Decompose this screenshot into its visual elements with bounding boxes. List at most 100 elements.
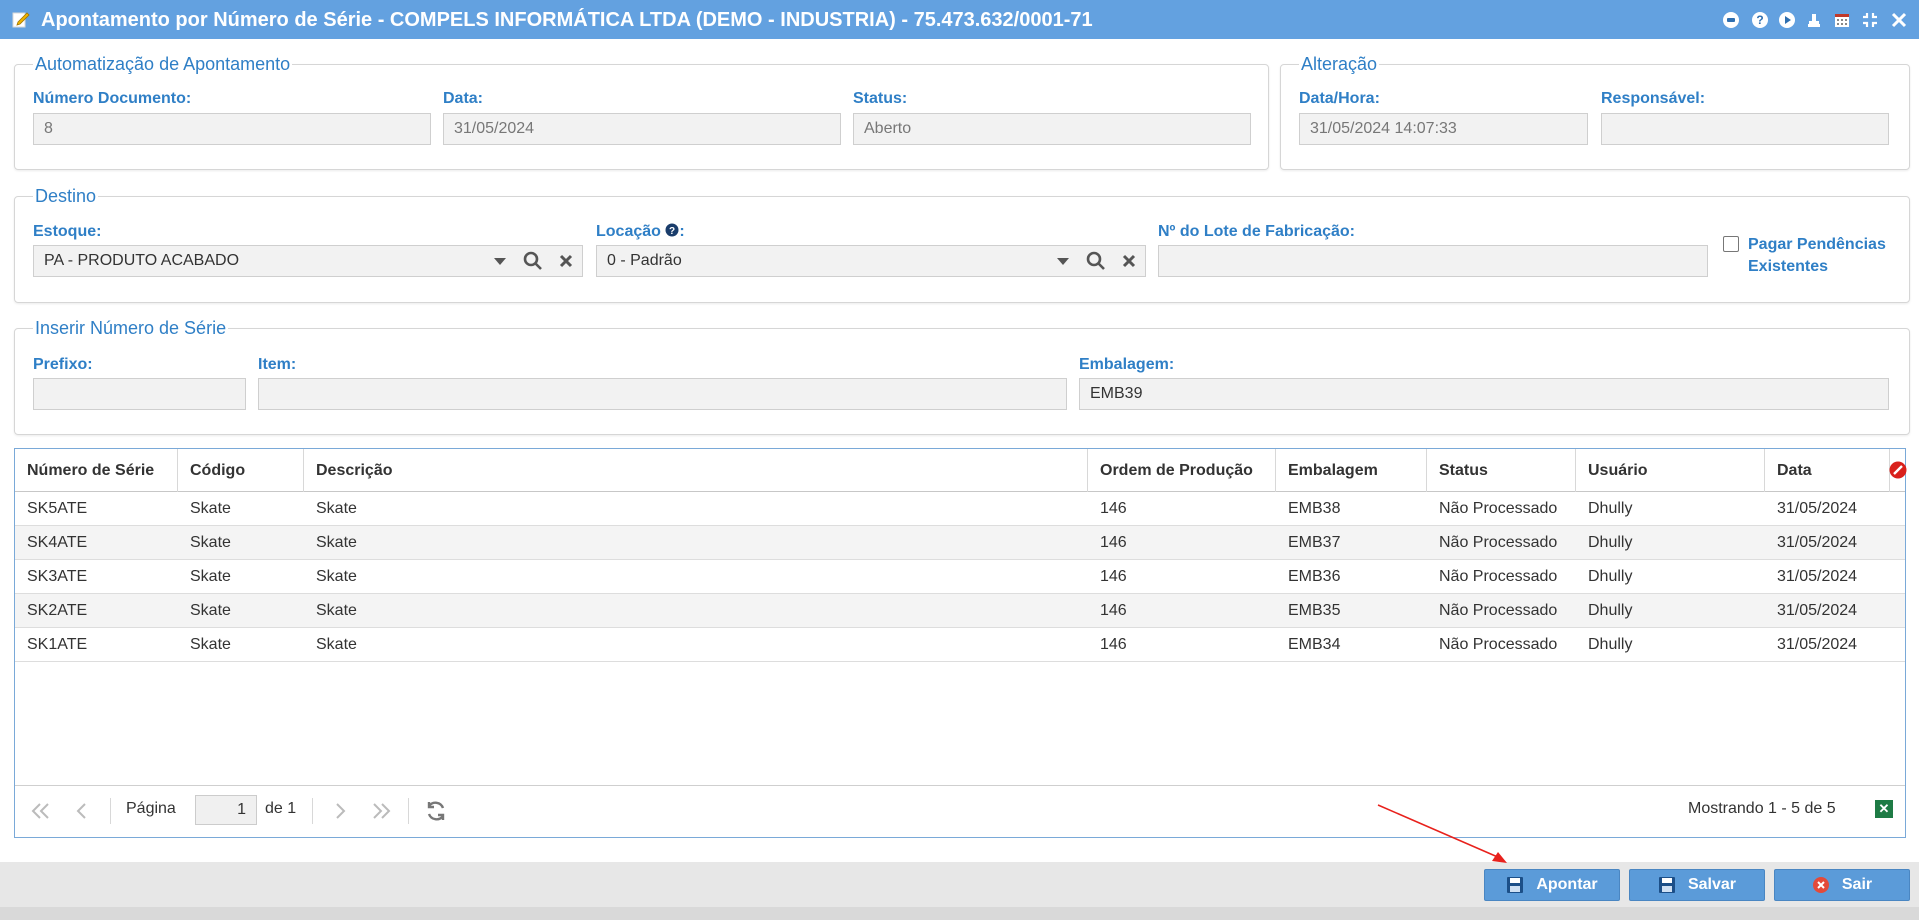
pagar-pendencias-checkbox[interactable] bbox=[1723, 236, 1739, 252]
data-field[interactable]: 31/05/2024 bbox=[443, 113, 841, 145]
cell-ordem-producao: 146 bbox=[1100, 534, 1127, 551]
table-row[interactable]: SK5ATE Skate Skate 146 EMB38 Não Process… bbox=[15, 492, 1905, 526]
locacao-label-suffix: : bbox=[679, 223, 685, 240]
locacao-label: Locação bbox=[596, 223, 661, 240]
col-data[interactable]: Data bbox=[1765, 449, 1890, 492]
cell-codigo: Skate bbox=[190, 500, 231, 517]
prev-page-icon[interactable] bbox=[75, 802, 89, 825]
automatizacao-group: Automatização de Apontamento bbox=[14, 54, 1269, 170]
data-hora-label: Data/Hora: bbox=[1299, 90, 1380, 107]
table-row[interactable]: SK1ATE Skate Skate 146 EMB34 Não Process… bbox=[15, 628, 1905, 662]
page-input[interactable]: 1 bbox=[195, 795, 257, 825]
next-page-icon[interactable] bbox=[333, 802, 347, 825]
col-numero-serie[interactable]: Número de Série bbox=[15, 449, 178, 492]
cell-descricao: Skate bbox=[316, 568, 357, 585]
item-field[interactable] bbox=[258, 378, 1067, 410]
col-descricao[interactable]: Descrição bbox=[304, 449, 1088, 492]
help-icon[interactable]: ? bbox=[1750, 10, 1770, 30]
locacao-dropdown-icon[interactable] bbox=[1052, 250, 1074, 272]
cell-ordem-producao: 146 bbox=[1100, 568, 1127, 585]
locacao-label-wrap: Locação ?: bbox=[596, 223, 685, 241]
bottom-taskbar-strip bbox=[0, 907, 1919, 920]
cell-ordem-producao: 146 bbox=[1100, 500, 1127, 517]
destino-legend: Destino bbox=[35, 186, 97, 206]
sair-button[interactable]: Sair bbox=[1774, 869, 1910, 901]
cell-descricao: Skate bbox=[316, 500, 357, 517]
cell-numero-serie: SK3ATE bbox=[27, 568, 88, 585]
col-codigo[interactable]: Código bbox=[178, 449, 304, 492]
close-icon[interactable] bbox=[1889, 10, 1909, 30]
stamp-icon[interactable] bbox=[1804, 10, 1824, 30]
pager: Página 1 de 1 Mostrando 1 - 5 de 5 ✕ bbox=[15, 785, 1905, 837]
alteracao-group: Alteração bbox=[1280, 54, 1910, 170]
cell-codigo: Skate bbox=[190, 636, 231, 653]
play-icon[interactable] bbox=[1777, 10, 1797, 30]
embalagem-label: Embalagem: bbox=[1079, 356, 1175, 373]
minimize-circle-icon[interactable] bbox=[1721, 10, 1741, 30]
info-icon[interactable]: ? bbox=[665, 223, 679, 237]
lote-field[interactable] bbox=[1158, 245, 1708, 277]
refresh-icon[interactable] bbox=[425, 800, 447, 827]
cell-usuario: Dhully bbox=[1588, 534, 1633, 551]
exit-icon bbox=[1812, 876, 1830, 894]
table-row[interactable]: SK2ATE Skate Skate 146 EMB35 Não Process… bbox=[15, 594, 1905, 628]
salvar-button[interactable]: Salvar bbox=[1629, 869, 1765, 901]
pagar-pendencias-label-2: Existentes bbox=[1748, 258, 1829, 275]
table-row[interactable]: SK4ATE Skate Skate 146 EMB37 Não Process… bbox=[15, 526, 1905, 560]
page-total: de 1 bbox=[265, 800, 297, 817]
salvar-label: Salvar bbox=[1687, 876, 1737, 893]
svg-text:?: ? bbox=[1756, 13, 1763, 27]
cell-status: Não Processado bbox=[1439, 602, 1558, 619]
responsavel-field[interactable] bbox=[1601, 113, 1889, 145]
inserir-group: Inserir Número de Série bbox=[14, 318, 1910, 435]
prefixo-label: Prefixo: bbox=[33, 356, 93, 373]
showing-count: Mostrando 1 - 5 de 5 bbox=[1688, 800, 1836, 817]
cell-numero-serie: SK4ATE bbox=[27, 534, 88, 551]
cell-usuario: Dhully bbox=[1588, 568, 1633, 585]
automatizacao-legend: Automatização de Apontamento bbox=[35, 54, 291, 74]
numero-documento-field[interactable]: 8 bbox=[33, 113, 431, 145]
item-label: Item: bbox=[258, 356, 297, 373]
col-embalagem[interactable]: Embalagem bbox=[1276, 449, 1427, 492]
data-hora-field[interactable]: 31/05/2024 14:07:33 bbox=[1299, 113, 1588, 145]
locacao-clear-icon[interactable] bbox=[1118, 250, 1140, 272]
apontar-button[interactable]: Apontar bbox=[1484, 869, 1620, 901]
cell-descricao: Skate bbox=[316, 636, 357, 653]
cell-codigo: Skate bbox=[190, 534, 231, 551]
cell-codigo: Skate bbox=[190, 568, 231, 585]
edit-icon bbox=[12, 12, 30, 28]
pager-divider bbox=[110, 798, 111, 824]
prefixo-field[interactable] bbox=[33, 378, 246, 410]
cell-ordem-producao: 146 bbox=[1100, 636, 1127, 653]
estoque-search-icon[interactable] bbox=[522, 250, 544, 272]
compress-icon[interactable] bbox=[1860, 10, 1880, 30]
first-page-icon[interactable] bbox=[31, 802, 51, 825]
annotation-arrow bbox=[1377, 804, 1507, 863]
cell-status: Não Processado bbox=[1439, 500, 1558, 517]
calendar-icon[interactable] bbox=[1832, 10, 1852, 30]
export-excel-icon[interactable]: ✕ bbox=[1875, 800, 1893, 818]
estoque-label: Estoque: bbox=[33, 223, 102, 240]
table-row[interactable]: SK3ATE Skate Skate 146 EMB36 Não Process… bbox=[15, 560, 1905, 594]
cell-descricao: Skate bbox=[316, 534, 357, 551]
col-ordem-producao[interactable]: Ordem de Produção bbox=[1088, 449, 1276, 492]
estoque-dropdown-icon[interactable] bbox=[489, 250, 511, 272]
delete-icon[interactable] bbox=[1889, 461, 1907, 479]
cell-status: Não Processado bbox=[1439, 636, 1558, 653]
locacao-search-icon[interactable] bbox=[1085, 250, 1107, 272]
col-status[interactable]: Status bbox=[1427, 449, 1576, 492]
col-usuario[interactable]: Usuário bbox=[1576, 449, 1765, 492]
status-field[interactable]: Aberto bbox=[853, 113, 1251, 145]
grid-header: Número de Série Código Descrição Ordem d… bbox=[15, 449, 1907, 492]
embalagem-field[interactable]: EMB39 bbox=[1079, 378, 1889, 410]
estoque-clear-icon[interactable] bbox=[555, 250, 577, 272]
cell-usuario: Dhully bbox=[1588, 636, 1633, 653]
cell-data: 31/05/2024 bbox=[1777, 636, 1858, 653]
last-page-icon[interactable] bbox=[371, 802, 391, 825]
cell-numero-serie: SK5ATE bbox=[27, 500, 88, 517]
cell-embalagem: EMB38 bbox=[1288, 500, 1341, 517]
cell-status: Não Processado bbox=[1439, 568, 1558, 585]
footer-bar: Apontar Salvar Sair bbox=[0, 862, 1919, 907]
lote-label: Nº do Lote de Fabricação: bbox=[1158, 223, 1355, 240]
serial-grid: Número de Série Código Descrição Ordem d… bbox=[14, 448, 1907, 838]
